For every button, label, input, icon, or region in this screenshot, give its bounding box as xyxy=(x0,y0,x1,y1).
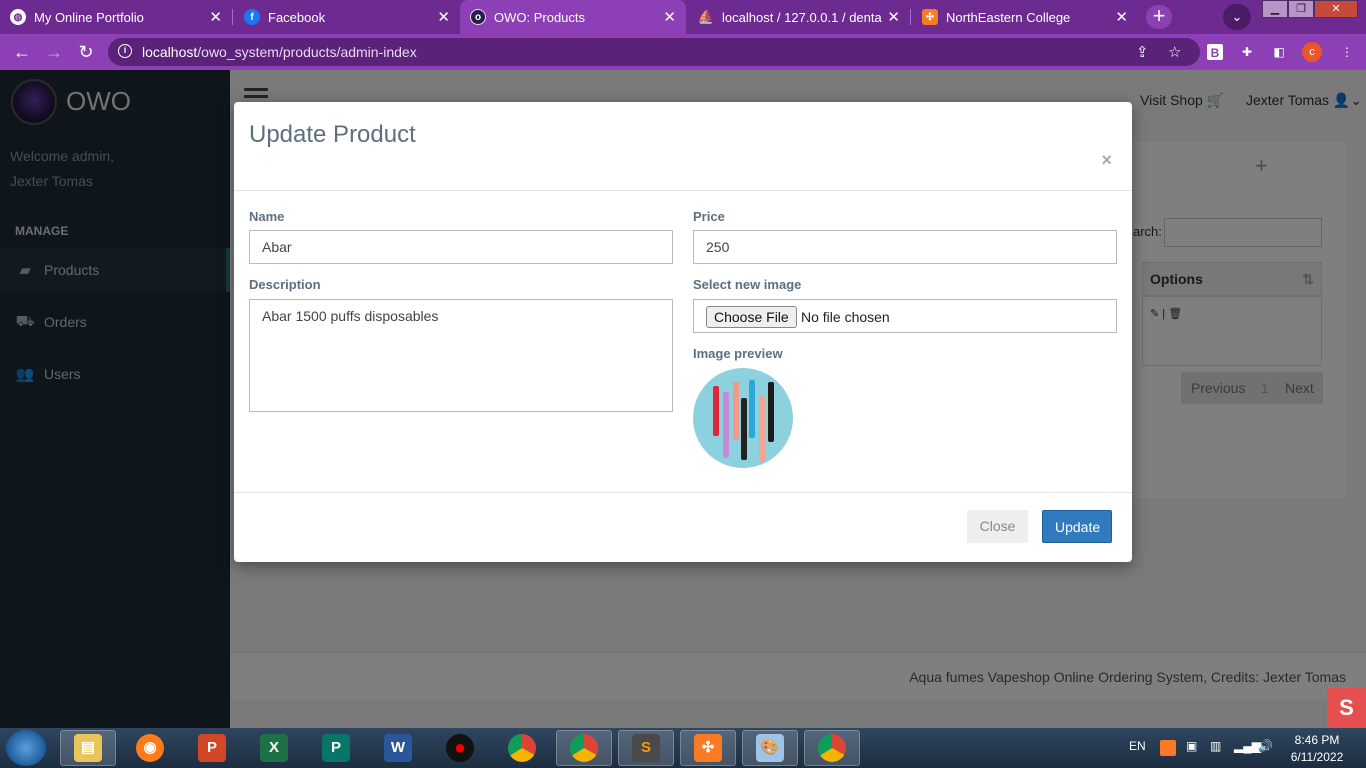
file-explorer-icon[interactable]: ▤ xyxy=(60,730,116,766)
close-icon[interactable]: ✕ xyxy=(663,8,676,26)
tab-northeastern-college[interactable]: ✣ NorthEastern College ✕ xyxy=(912,0,1138,34)
tab-my-online-portfolio[interactable]: ◍ My Online Portfolio ✕ xyxy=(0,0,233,34)
preview-label: Image preview xyxy=(693,346,783,361)
modal-title: Update Product xyxy=(249,121,416,148)
phpmyadmin-icon: ⛵ xyxy=(697,9,715,24)
monitor-tray-icon[interactable]: ▣ xyxy=(1186,739,1197,753)
product-image-preview xyxy=(693,368,793,468)
start-button[interactable] xyxy=(6,730,46,766)
tab-search-button[interactable]: ⌄ xyxy=(1223,4,1251,30)
firefox-icon[interactable]: ◉ xyxy=(122,730,178,766)
excel-icon[interactable]: X xyxy=(246,730,302,766)
profile-avatar[interactable]: c xyxy=(1302,42,1322,62)
forward-arrow-icon[interactable]: → xyxy=(42,41,66,63)
globe-icon: ◍ xyxy=(10,9,26,25)
update-button[interactable]: Update xyxy=(1042,510,1112,543)
modal-footer: Close Update xyxy=(234,492,1132,562)
chrome-window-icon[interactable] xyxy=(804,730,860,766)
system-clock[interactable]: 8:46 PM 6/11/2022 xyxy=(1283,732,1351,766)
choose-file-button[interactable]: Choose File xyxy=(706,306,797,328)
description-label: Description xyxy=(249,277,321,292)
tab-title: localhost / 127.0.0.1 / dental_a xyxy=(722,9,882,25)
window-close-button[interactable]: ✕ xyxy=(1314,0,1358,18)
facebook-icon: f xyxy=(244,9,260,25)
tab-title: My Online Portfolio xyxy=(34,9,144,25)
close-icon[interactable]: ✕ xyxy=(209,8,222,26)
name-input[interactable]: Abar xyxy=(249,230,673,264)
sublime-text-icon[interactable]: S xyxy=(618,730,674,766)
language-indicator[interactable]: EN xyxy=(1129,739,1146,753)
windows-taskbar: ▤ ◉ P X P W ● S ✣ 🎨 EN ▣ ▥ ▂▄▆ 🔊 8:46 PM… xyxy=(0,728,1366,768)
browser-tab-strip: ◍ My Online Portfolio ✕ f Facebook ✕ o O… xyxy=(0,0,1366,34)
url-text[interactable]: localhost/owo_system/products/admin-inde… xyxy=(142,44,417,60)
update-product-modal: Update Product × Name Abar Price 250 Des… xyxy=(234,102,1132,562)
word-icon[interactable]: W xyxy=(370,730,426,766)
menu-kebab-icon[interactable]: ⋮ xyxy=(1338,43,1356,61)
tab-title: OWO: Products xyxy=(494,9,586,25)
minimize-button[interactable]: ▁ xyxy=(1262,0,1288,18)
description-textarea[interactable]: Abar 1500 puffs disposables xyxy=(249,299,673,412)
name-label: Name xyxy=(249,209,285,224)
close-icon[interactable]: ✕ xyxy=(437,8,450,26)
maximize-button[interactable]: ❐ xyxy=(1288,0,1314,18)
xampp-icon[interactable]: ✣ xyxy=(680,730,736,766)
image-file-input[interactable]: Choose File No file chosen xyxy=(693,299,1117,333)
close-button[interactable]: Close xyxy=(967,510,1028,543)
volume-icon[interactable]: 🔊 xyxy=(1258,739,1273,753)
back-arrow-icon[interactable]: ← xyxy=(10,41,34,63)
site-info-icon[interactable]: i xyxy=(118,44,132,58)
image-label: Select new image xyxy=(693,277,802,292)
chrome-icon[interactable] xyxy=(494,730,550,766)
price-input[interactable]: 250 xyxy=(693,230,1117,264)
share-icon[interactable]: ⇪ xyxy=(1136,43,1149,61)
close-icon[interactable]: ✕ xyxy=(1115,8,1128,26)
owo-icon: o xyxy=(470,9,486,25)
tab-facebook[interactable]: f Facebook ✕ xyxy=(234,0,460,34)
xampp-icon: ✣ xyxy=(922,9,938,25)
publisher-icon[interactable]: P xyxy=(308,730,364,766)
tab-phpmyadmin[interactable]: ⛵ localhost / 127.0.0.1 / dental_a ✕ xyxy=(688,0,911,34)
new-tab-button[interactable]: + xyxy=(1146,5,1172,29)
address-bar[interactable]: i localhost/owo_system/products/admin-in… xyxy=(108,38,1200,66)
tab-owo-products[interactable]: o OWO: Products ✕ xyxy=(460,0,686,34)
network-signal-icon[interactable]: ▂▄▆ xyxy=(1234,739,1261,753)
clipboard-tray-icon[interactable]: ▥ xyxy=(1210,739,1221,753)
file-status: No file chosen xyxy=(801,309,890,325)
app-badge-icon[interactable]: S xyxy=(1327,688,1366,728)
paint-icon[interactable]: 🎨 xyxy=(742,730,798,766)
modal-header: Update Product × xyxy=(234,102,1132,191)
screen-recorder-icon[interactable]: ● xyxy=(432,730,488,766)
extension-b-icon[interactable]: B xyxy=(1207,44,1223,60)
chrome-profile-icon[interactable] xyxy=(556,730,612,766)
xampp-tray-icon[interactable] xyxy=(1160,740,1176,756)
bookmark-star-icon[interactable]: ☆ xyxy=(1168,43,1181,61)
tab-title: NorthEastern College xyxy=(946,9,1071,25)
price-label: Price xyxy=(693,209,725,224)
side-panel-icon[interactable]: ◧ xyxy=(1270,43,1288,61)
reload-icon[interactable]: ↻ xyxy=(74,41,98,63)
puzzle-extensions-icon[interactable]: ✚ xyxy=(1238,43,1256,61)
close-icon[interactable]: ✕ xyxy=(887,8,900,26)
tab-title: Facebook xyxy=(268,9,326,25)
powerpoint-icon[interactable]: P xyxy=(184,730,240,766)
admin-page: OWO Welcome admin, Jexter Tomas MANAGE ▰… xyxy=(0,70,1366,728)
browser-toolbar: ← → ↻ i localhost/owo_system/products/ad… xyxy=(0,34,1366,70)
modal-close-icon[interactable]: × xyxy=(1101,150,1112,171)
